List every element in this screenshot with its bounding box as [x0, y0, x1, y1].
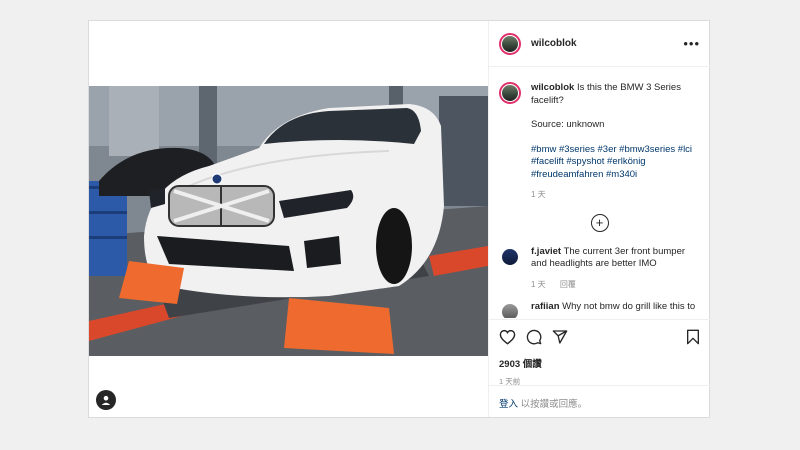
post-actions: 2903 個讚 1 天前	[489, 319, 710, 387]
post-media[interactable]	[89, 21, 488, 417]
caption-hashtags[interactable]: #bmw #3series #3er #bmw3series #lci #fac…	[531, 144, 700, 182]
comment-time: 1 天	[531, 279, 546, 289]
comment-item: f.javiet The current 3er front bumper an…	[499, 245, 700, 292]
login-prompt-text: 以按讚或回應。	[520, 399, 588, 410]
car-photo	[89, 86, 488, 356]
person-icon	[101, 395, 111, 405]
caption-source: Source: unknown	[531, 119, 605, 130]
post-header: wilcoblok •••	[489, 21, 710, 67]
comment-item: rafiian Why not bmw do grill like this t…	[499, 301, 700, 318]
plus-circle-icon[interactable]: +	[590, 213, 609, 232]
post-sidebar: wilcoblok ••• wilcoblok Is this the BMW …	[488, 21, 710, 417]
likes-count[interactable]: 2903 個讚	[499, 356, 700, 370]
bookmark-icon[interactable]	[686, 329, 700, 350]
comment-meta: 1 天 回覆	[531, 279, 700, 292]
login-prompt: 登入 以按讚或回應。	[489, 385, 710, 410]
reply-button[interactable]: 回覆	[560, 280, 576, 289]
post-card: wilcoblok ••• wilcoblok Is this the BMW …	[88, 20, 710, 418]
comment-icon[interactable]	[526, 329, 542, 350]
login-link[interactable]: 登入	[499, 399, 518, 410]
more-horizontal-icon[interactable]: •••	[683, 36, 700, 51]
comment-avatar[interactable]	[499, 245, 521, 268]
caption-avatar[interactable]	[499, 82, 521, 104]
caption-username[interactable]: wilcoblok	[531, 82, 574, 93]
user-tag-icon[interactable]	[96, 390, 116, 410]
comment-avatar[interactable]	[499, 301, 521, 318]
post-photo[interactable]	[89, 86, 488, 356]
caption: wilcoblok Is this the BMW 3 Series facel…	[499, 82, 700, 202]
caption-meta: 1 天	[531, 189, 700, 202]
comment-text: Why not bmw do grill like this to	[562, 301, 696, 312]
comment-username[interactable]: rafiian	[531, 301, 560, 312]
share-icon[interactable]	[552, 329, 568, 350]
author-avatar[interactable]	[499, 32, 521, 55]
heart-icon[interactable]	[499, 329, 516, 350]
author-username[interactable]: wilcoblok	[531, 38, 577, 49]
comment-username[interactable]: f.javiet	[531, 246, 561, 257]
comments-list[interactable]: wilcoblok Is this the BMW 3 Series facel…	[489, 68, 710, 318]
caption-time: 1 天	[531, 190, 546, 199]
